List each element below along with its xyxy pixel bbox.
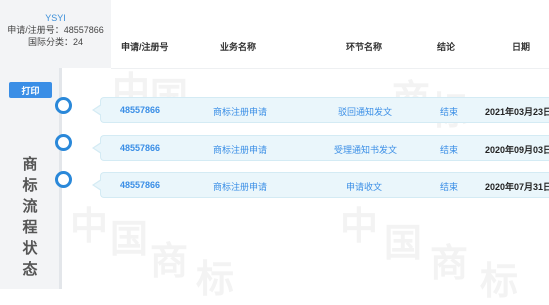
applicant-info: YSYI 申请/注册号：48557866 国际分类：24 (0, 0, 111, 68)
title-char: 程 (22, 219, 38, 236)
watermark-char: 中 (70, 204, 109, 248)
step-cell: 受理通知书发文 (334, 145, 398, 155)
watermark-char: 商 (430, 241, 469, 285)
result-cell: 结束 (440, 107, 459, 117)
watermark-char: 商 (150, 239, 189, 283)
business-cell: 商标注册申请 (213, 107, 268, 117)
reg-no-cell[interactable]: 48557866 (120, 105, 160, 115)
process-status-title: 商 标 流 程 状 态 (20, 154, 40, 280)
title-char: 态 (22, 261, 38, 278)
watermark-char: 中 (340, 204, 379, 248)
table-header (111, 0, 549, 69)
date-cell: 2020年09月03日 (485, 145, 549, 155)
application-number: 申请/注册号：48557866 (7, 25, 104, 35)
watermark-char: 标 (196, 257, 235, 301)
table-row[interactable]: 48557866 商标注册申请 申请收文 结束 2020年07月31日 (92, 172, 549, 198)
print-button[interactable]: 打印 (9, 82, 52, 98)
step-cell: 申请收文 (346, 182, 383, 192)
column-header-reg-no: 申请/注册号 (121, 42, 169, 52)
watermark-char: 国 (110, 217, 149, 261)
reg-no-cell[interactable]: 48557866 (120, 180, 160, 190)
timeline-node (55, 134, 72, 151)
watermark-char: 标 (480, 259, 519, 303)
business-cell: 商标注册申请 (213, 145, 268, 155)
business-cell: 商标注册申请 (213, 182, 268, 192)
reg-no-cell[interactable]: 48557866 (120, 143, 160, 153)
date-cell: 2021年03月23日 (485, 107, 549, 117)
date-cell: 2020年07月31日 (485, 182, 549, 192)
column-header-date: 日期 (512, 42, 531, 52)
step-cell: 驳回通知发文 (338, 107, 393, 117)
result-cell: 结束 (440, 182, 459, 192)
timeline-node (55, 171, 72, 188)
international-class: 国际分类：24 (27, 37, 83, 47)
table-row[interactable]: 48557866 商标注册申请 受理通知书发文 结束 2020年09月03日 (92, 135, 549, 161)
applicant-name: YSYI (45, 13, 66, 23)
result-cell: 结束 (440, 145, 459, 155)
table-row[interactable]: 48557866 商标注册申请 驳回通知发文 结束 2021年03月23日 (92, 97, 549, 123)
timeline-node (55, 97, 72, 114)
watermark-char: 国 (384, 221, 423, 265)
title-char: 商 (22, 156, 38, 173)
title-char: 流 (22, 198, 38, 215)
title-char: 标 (22, 177, 38, 194)
title-char: 状 (22, 240, 38, 257)
column-header-step: 环节名称 (346, 42, 383, 52)
column-header-business: 业务名称 (220, 42, 257, 52)
column-header-result: 结论 (437, 42, 456, 52)
